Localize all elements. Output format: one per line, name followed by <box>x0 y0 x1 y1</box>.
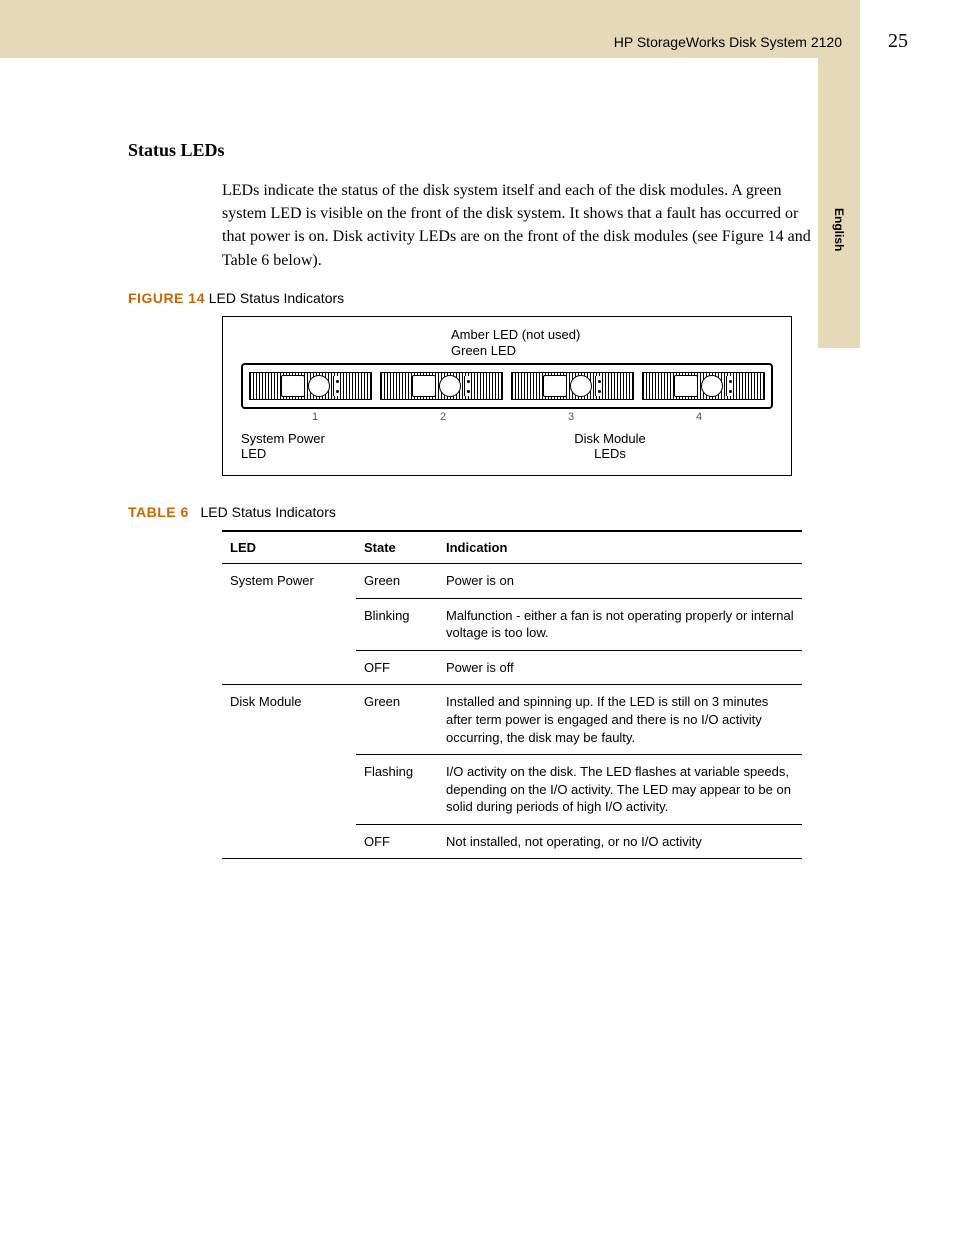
cell-led <box>222 824 356 859</box>
table-row: OFF Not installed, not operating, or no … <box>222 824 802 859</box>
header-title: HP StorageWorks Disk System 2120 <box>614 34 842 50</box>
led-status-table: LED State Indication System Power Green … <box>222 530 802 859</box>
callout-disk-module-leds: Disk Module LEDs <box>477 431 743 461</box>
figure-14: Amber LED (not used) Green LED 1 2 3 4 S… <box>222 316 792 477</box>
content-area: Status LEDs LEDs indicate the status of … <box>128 140 818 859</box>
disk-slot <box>380 372 503 400</box>
table-label: TABLE 6 <box>128 504 189 520</box>
cell-state: Flashing <box>356 755 438 825</box>
table-caption: TABLE 6 LED Status Indicators <box>128 504 818 520</box>
disk-slot <box>642 372 765 400</box>
slot-number: 4 <box>635 411 763 423</box>
table-row: Flashing I/O activity on the disk. The L… <box>222 755 802 825</box>
cell-indication: Power is on <box>438 564 802 599</box>
slot-number: 2 <box>379 411 507 423</box>
cell-state: OFF <box>356 824 438 859</box>
section-heading: Status LEDs <box>128 140 818 161</box>
cell-led <box>222 650 356 685</box>
intro-paragraph: LEDs indicate the status of the disk sys… <box>128 179 818 272</box>
col-led: LED <box>222 531 356 564</box>
col-state: State <box>356 531 438 564</box>
cell-state: Green <box>356 564 438 599</box>
table-row: OFF Power is off <box>222 650 802 685</box>
cell-state: Blinking <box>356 598 438 650</box>
disk-slot <box>511 372 634 400</box>
cell-led: System Power <box>222 564 356 599</box>
cell-indication: Installed and spinning up. If the LED is… <box>438 685 802 755</box>
cell-led: Disk Module <box>222 685 356 755</box>
table-header-row: LED State Indication <box>222 531 802 564</box>
chassis-diagram <box>241 363 773 409</box>
cell-indication: I/O activity on the disk. The LED flashe… <box>438 755 802 825</box>
cell-state: Green <box>356 685 438 755</box>
table-title: LED Status Indicators <box>200 504 335 520</box>
figure-top-callouts: Amber LED (not used) Green LED <box>451 327 773 360</box>
cell-state: OFF <box>356 650 438 685</box>
disk-slot <box>249 372 372 400</box>
callout-amber-led: Amber LED (not used) <box>451 327 773 343</box>
figure-label: FIGURE 14 <box>128 290 205 306</box>
cell-indication: Malfunction - either a fan is not operat… <box>438 598 802 650</box>
table-row: System Power Green Power is on <box>222 564 802 599</box>
cell-indication: Power is off <box>438 650 802 685</box>
page-number: 25 <box>888 30 908 53</box>
table-row: Disk Module Green Installed and spinning… <box>222 685 802 755</box>
slot-number: 1 <box>251 411 379 423</box>
table-row: Blinking Malfunction - either a fan is n… <box>222 598 802 650</box>
slot-number: 3 <box>507 411 635 423</box>
running-header: HP StorageWorks Disk System 2120 25 <box>0 30 954 53</box>
page: HP StorageWorks Disk System 2120 25 Engl… <box>0 0 954 1235</box>
figure-bottom-callouts: System Power LED Disk Module LEDs <box>241 431 773 461</box>
cell-indication: Not installed, not operating, or no I/O … <box>438 824 802 859</box>
cell-led <box>222 755 356 825</box>
figure-title: LED Status Indicators <box>209 290 344 306</box>
slot-numbers: 1 2 3 4 <box>241 411 773 423</box>
language-tab: English <box>818 58 860 348</box>
callout-system-power-led: System Power LED <box>241 431 507 461</box>
col-indication: Indication <box>438 531 802 564</box>
figure-caption: FIGURE 14 LED Status Indicators <box>128 290 818 306</box>
language-tab-label: English <box>832 208 846 348</box>
callout-green-led: Green LED <box>451 343 773 359</box>
cell-led <box>222 598 356 650</box>
